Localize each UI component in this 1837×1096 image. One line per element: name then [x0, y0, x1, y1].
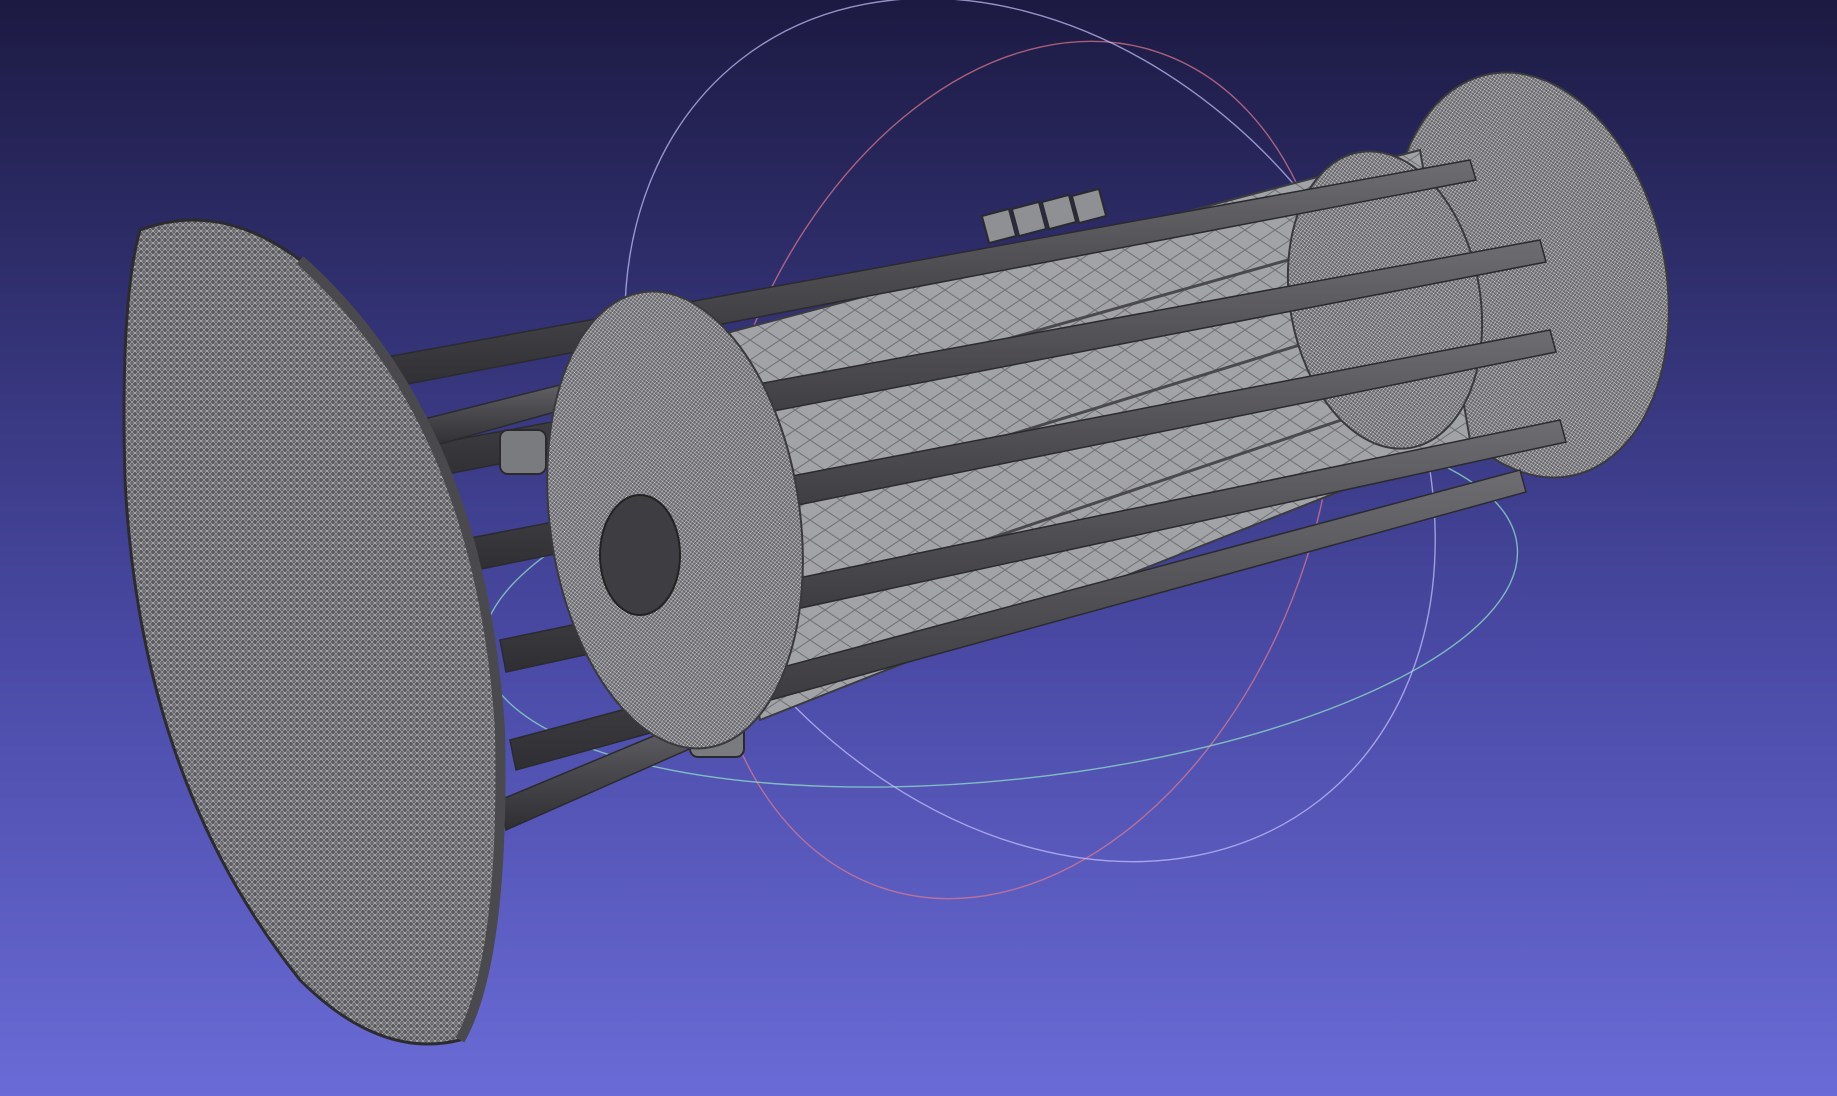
front-dish [122, 218, 506, 1046]
mesh-scene[interactable] [0, 0, 1837, 1096]
3d-viewport[interactable] [0, 0, 1837, 1096]
